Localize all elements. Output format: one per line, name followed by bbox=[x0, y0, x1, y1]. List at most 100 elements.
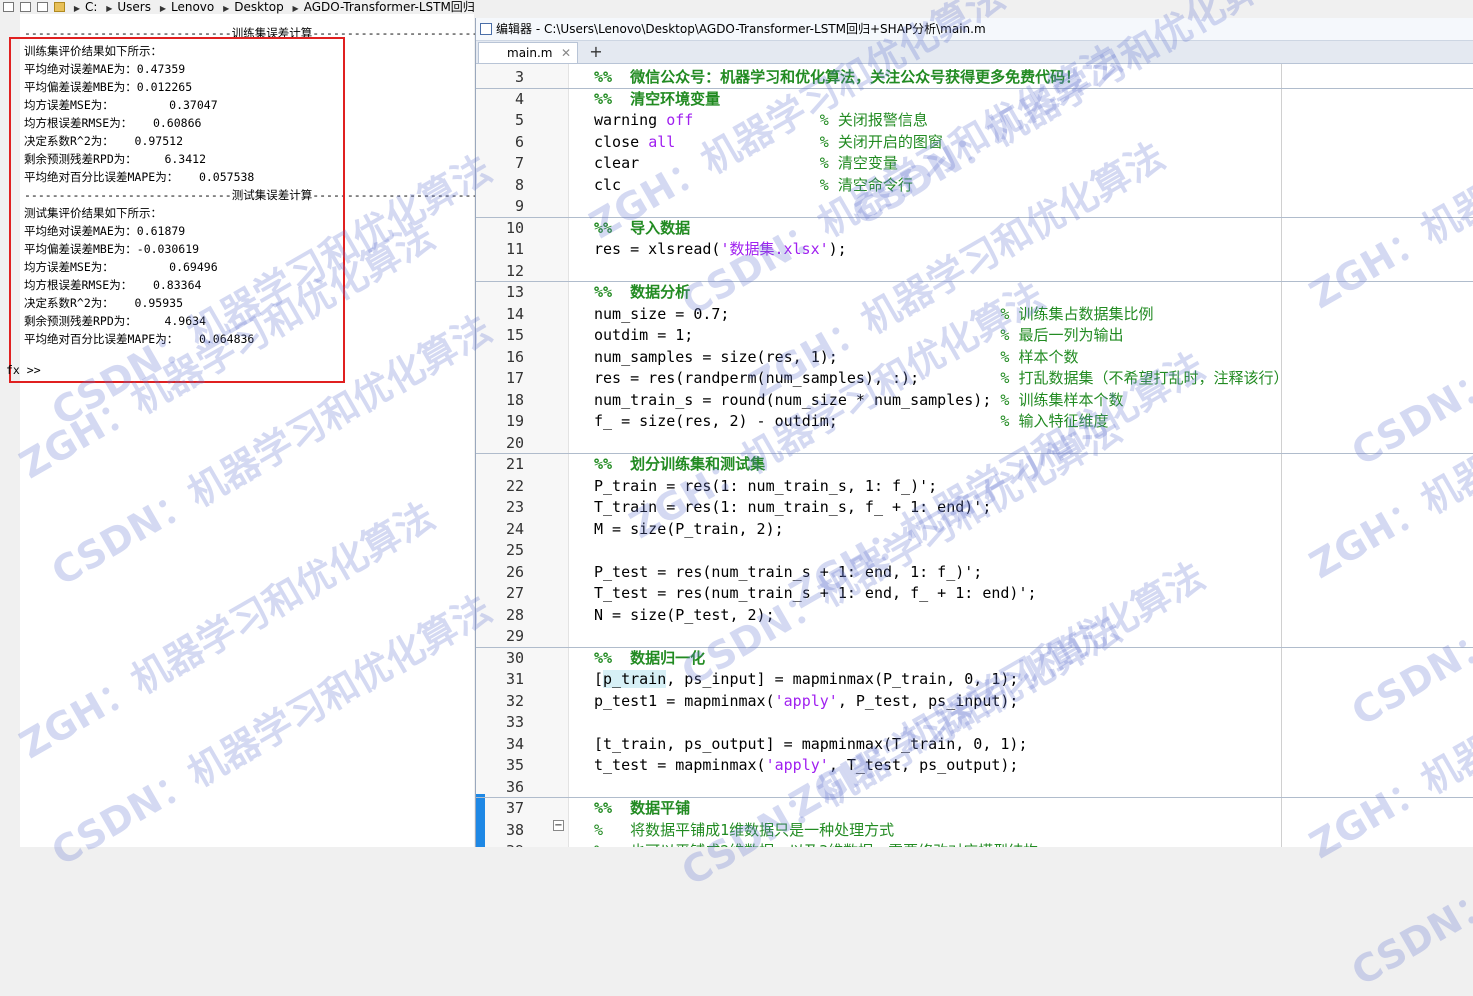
line-number: 30 bbox=[505, 648, 524, 667]
path-separator-icon: ▶ bbox=[223, 4, 230, 13]
path-segment-project[interactable]: AGDO-Transformer-LSTM回归+SHAP分析 bbox=[304, 0, 476, 14]
code-text: close all % 关闭开启的图窗 bbox=[594, 132, 943, 151]
line-number: 11 bbox=[505, 240, 524, 258]
code-line[interactable]: 13 %% 数据分析 bbox=[476, 282, 1473, 304]
command-output-line: 均方误差MSE为： 0.69496 bbox=[24, 260, 218, 274]
code-text: P_train = res(1: num_train_s, 1: f_)'; bbox=[594, 476, 938, 495]
line-number: 32 bbox=[505, 691, 524, 710]
code-line[interactable]: 32 p_test1 = mapminmax('apply', P_test, p… bbox=[476, 691, 1473, 713]
path-separator-icon: ▶ bbox=[106, 4, 113, 13]
code-line[interactable]: 15 outdim = 1; % 最后一列为输出 bbox=[476, 325, 1473, 347]
code-text: num_samples = size(res, 1); % 样本个数 bbox=[594, 347, 1079, 366]
command-output-line: 剩余预测残差RPD为： 4.9634 bbox=[24, 314, 207, 328]
back-arrow-icon[interactable] bbox=[3, 2, 14, 12]
line-number: 18 bbox=[505, 390, 524, 409]
editor-panel[interactable]: 编辑器 - C:\Users\Lenovo\Desktop\AGDO-Trans… bbox=[475, 18, 1473, 847]
line-number: 23 bbox=[505, 498, 524, 516]
code-text: num_size = 0.7; % 训练集占数据集比例 bbox=[594, 304, 1154, 323]
code-line[interactable]: 8 clc % 清空命令行 bbox=[476, 175, 1473, 197]
code-line[interactable]: 14 num_size = 0.7; % 训练集占数据集比例 bbox=[476, 304, 1473, 326]
code-line[interactable]: 23 T_train = res(1: num_train_s, f_ + 1: … bbox=[476, 497, 1473, 519]
code-text: %% 微信公众号：机器学习和优化算法，关注公众号获得更多免费代码！ bbox=[594, 68, 1081, 86]
code-line[interactable]: 4 %% 清空环境变量 bbox=[476, 89, 1473, 111]
path-segment-desktop[interactable]: Desktop bbox=[234, 0, 284, 14]
code-line[interactable]: 39 % 也可以平铺成2维数据，以及3维数据，需要修改对应模型结构 bbox=[476, 841, 1473, 847]
address-bar[interactable]: ▶ C: ▶ Users ▶ Lenovo ▶ Desktop ▶ AGDO-Transf… bbox=[0, 0, 476, 14]
command-output-line: 决定系数R^2为： 0.95935 bbox=[24, 296, 184, 310]
code-text: outdim = 1; % 最后一列为输出 bbox=[594, 326, 1124, 344]
code-text: %% 清空环境变量 bbox=[594, 89, 721, 108]
code-line[interactable]: 20 bbox=[476, 433, 1473, 455]
editor-title: 编辑器 - C:\Users\Lenovo\Desktop\AGDO-Trans… bbox=[496, 22, 986, 36]
close-tab-icon[interactable]: ✕ bbox=[561, 43, 571, 63]
code-line[interactable]: 36 bbox=[476, 777, 1473, 799]
code-line[interactable]: 28 N = size(P_test, 2); bbox=[476, 605, 1473, 627]
code-area[interactable]: − 3%% 微信公众号：机器学习和优化算法，关注公众号获得更多免费代码！ 4%% … bbox=[476, 64, 1473, 847]
line-number: 19 bbox=[505, 412, 524, 430]
command-output: ------------------------------训练集误差计算---… bbox=[24, 24, 479, 348]
code-line[interactable]: 7 clear % 清空变量 bbox=[476, 153, 1473, 175]
code-text: %% 导入数据 bbox=[594, 218, 691, 237]
command-output-line: ------------------------------训练集误差计算---… bbox=[24, 26, 479, 40]
line-number: 24 bbox=[505, 519, 524, 538]
code-line[interactable]: 26 P_test = res(num_train_s + 1: end, 1: … bbox=[476, 562, 1473, 584]
code-line[interactable]: 5 warning off % 关闭报警信息 bbox=[476, 110, 1473, 132]
code-line[interactable]: 10 %% 导入数据 bbox=[476, 218, 1473, 240]
code-line[interactable]: 6 close all % 关闭开启的图窗 bbox=[476, 132, 1473, 154]
code-line[interactable]: 29 bbox=[476, 626, 1473, 648]
code-text: %% 数据平铺 bbox=[594, 799, 691, 817]
command-window[interactable]: ------------------------------训练集误差计算---… bbox=[0, 14, 479, 847]
line-number: 39 bbox=[476, 841, 524, 847]
line-number: 7 bbox=[514, 154, 524, 172]
tab-main-m[interactable]: main.m ✕ bbox=[478, 42, 578, 63]
code-line[interactable]: 19 f_ = size(res, 2) - outdim; % 输入特征维度 bbox=[476, 411, 1473, 433]
code-line[interactable]: 31 [p_train, ps_input] = mapminmax(P_trai… bbox=[476, 669, 1473, 691]
path-segment-drive[interactable]: C: bbox=[85, 0, 97, 14]
command-output-line: 平均绝对误差MAE为：0.47359 bbox=[24, 62, 186, 76]
code-line[interactable]: 37 %% 数据平铺 bbox=[476, 798, 1473, 820]
line-number: 14 bbox=[505, 304, 524, 323]
code-line[interactable]: 25 bbox=[476, 540, 1473, 562]
command-output-line: 平均绝对百分比误差MAPE为： 0.057538 bbox=[24, 170, 255, 184]
line-number: 38 bbox=[505, 820, 524, 839]
code-line[interactable]: 34 [t_train, ps_output] = mapminmax(T_tra… bbox=[476, 734, 1473, 756]
add-tab-button[interactable]: + bbox=[586, 43, 606, 61]
up-folder-icon[interactable] bbox=[20, 2, 31, 12]
code-line[interactable]: 33 bbox=[476, 712, 1473, 734]
code-line[interactable]: 22 P_train = res(1: num_train_s, 1: f_)'; bbox=[476, 476, 1473, 498]
code-line[interactable]: 24 M = size(P_train, 2); bbox=[476, 519, 1473, 541]
command-prompt[interactable]: fx >> bbox=[6, 363, 41, 377]
code-line[interactable]: 3 %% 微信公众号：机器学习和优化算法，关注公众号获得更多免费代码！ bbox=[476, 67, 1473, 89]
code-line[interactable]: 38 % 将数据平铺成1维数据只是一种处理方式 bbox=[476, 820, 1473, 842]
line-number: 13 bbox=[505, 283, 524, 301]
folder-icon bbox=[54, 2, 65, 12]
editor-icon bbox=[480, 23, 492, 35]
code-line[interactable]: 27 T_test = res(num_train_s + 1: end, f_ … bbox=[476, 583, 1473, 605]
editor-tab-strip: main.m ✕ + bbox=[476, 41, 1473, 64]
code-text: t_test = mapminmax('apply', T_test, ps_o… bbox=[594, 756, 1019, 774]
browse-icon[interactable] bbox=[37, 2, 48, 12]
code-text: %% 划分训练集和测试集 bbox=[594, 455, 766, 473]
path-separator-icon: ▶ bbox=[292, 4, 299, 13]
code-text: T_train = res(1: num_train_s, f_ + 1: en… bbox=[594, 498, 992, 516]
line-number: 16 bbox=[505, 347, 524, 366]
line-number: 20 bbox=[505, 433, 524, 452]
line-number: 29 bbox=[505, 627, 524, 645]
code-line[interactable]: 18 num_train_s = round(num_size * num_sam… bbox=[476, 390, 1473, 412]
command-output-line: 决定系数R^2为： 0.97512 bbox=[24, 134, 184, 148]
command-output-line: 剩余预测残差RPD为： 6.3412 bbox=[24, 152, 207, 166]
line-number: 15 bbox=[505, 326, 524, 344]
code-line[interactable]: 35 t_test = mapminmax('apply', T_test, ps… bbox=[476, 755, 1473, 777]
code-text: % 也可以平铺成2维数据，以及3维数据，需要修改对应模型结构 bbox=[594, 841, 1038, 847]
code-line[interactable]: 11 res = xlsread('数据集.xlsx'); bbox=[476, 239, 1473, 261]
code-line[interactable]: 30 %% 数据归一化 bbox=[476, 648, 1473, 670]
code-line[interactable]: 9 bbox=[476, 196, 1473, 218]
code-line[interactable]: 17 res = res(randperm(num_samples), :); %… bbox=[476, 368, 1473, 390]
code-line[interactable]: 21 %% 划分训练集和测试集 bbox=[476, 454, 1473, 476]
path-segment-lenovo[interactable]: Lenovo bbox=[171, 0, 214, 14]
code-line[interactable]: 12 bbox=[476, 261, 1473, 283]
code-line[interactable]: 16 num_samples = size(res, 1); % 样本个数 bbox=[476, 347, 1473, 369]
path-segment-users[interactable]: Users bbox=[117, 0, 151, 14]
line-number: 12 bbox=[505, 261, 524, 280]
line-number: 21 bbox=[505, 455, 524, 473]
